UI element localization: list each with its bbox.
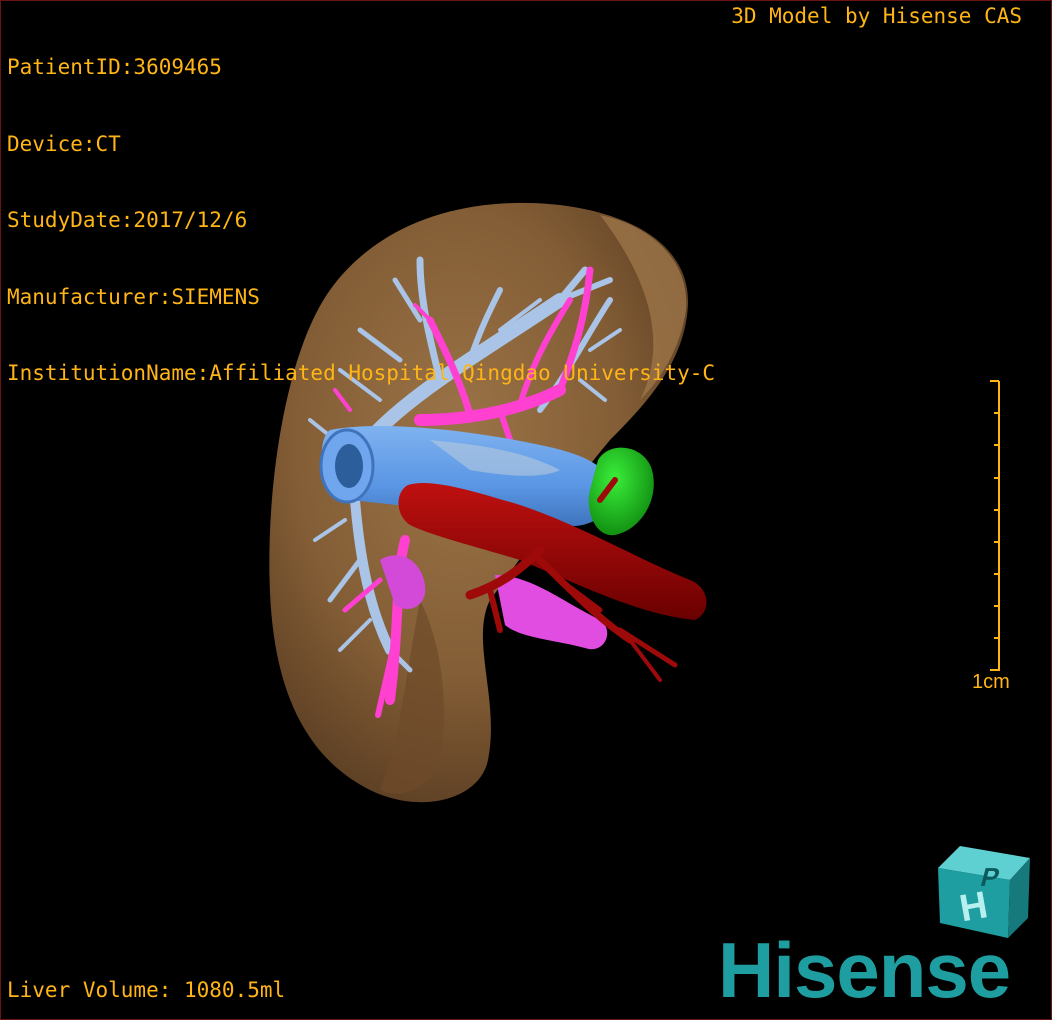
lesion-model	[588, 447, 654, 536]
patient-id-text: PatientID:3609465	[7, 55, 222, 79]
liver-volume-text: Liver Volume: 1080.5ml	[7, 978, 286, 1002]
scale-bar	[990, 380, 1000, 671]
institution-text: InstitutionName:Affiliated Hospital Qing…	[7, 361, 716, 385]
model-credit-text: 3D Model by Hisense CAS	[731, 4, 1022, 28]
study-date-text: StudyDate:2017/12/6	[7, 208, 248, 232]
hisense-logo-text: Hisense	[718, 926, 1011, 1014]
scale-bar-label: 1cm	[972, 671, 1010, 693]
device-text: Device:CT	[7, 131, 121, 156]
dicom-info-block: PatientID:3609465 Device:CT StudyDate:20…	[7, 4, 715, 412]
manufacturer-text: Manufacturer:SIEMENS	[7, 284, 260, 309]
